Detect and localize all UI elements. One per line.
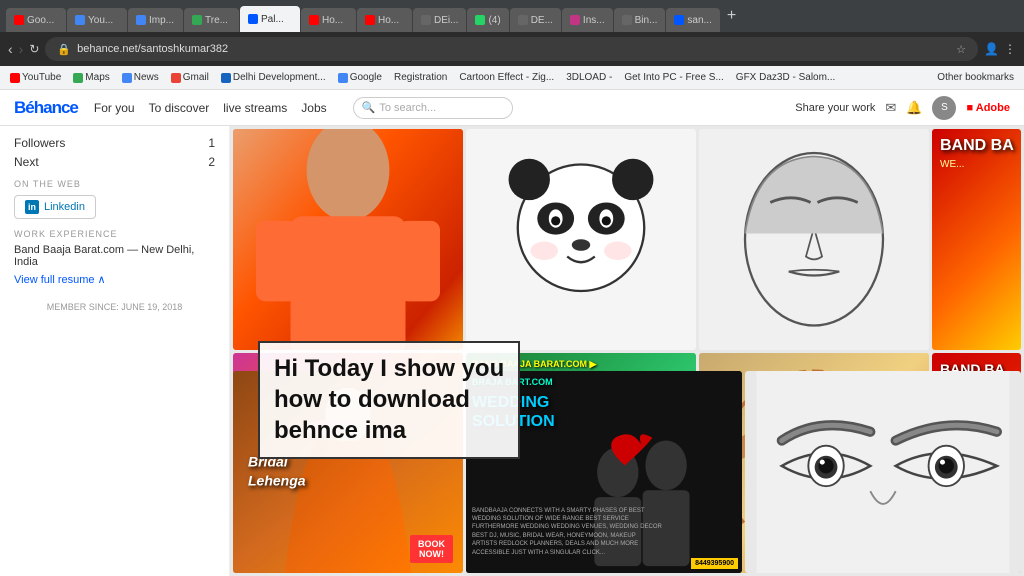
next-label: Next: [14, 155, 39, 169]
bookmark-other[interactable]: Other bookmarks: [933, 71, 1018, 84]
tab[interactable]: san...: [666, 8, 719, 32]
gallery-item-portrait[interactable]: [233, 129, 463, 350]
sidebar-stats: Followers 1 Next 2: [14, 136, 215, 169]
tab-active[interactable]: Pal...: [240, 6, 300, 32]
back-button[interactable]: ‹: [8, 41, 13, 57]
bookmarks-bar: YouTube Maps News Gmail Delhi Developmen…: [0, 66, 1024, 90]
book-now-btn: BOOKNOW!: [410, 535, 453, 563]
bookmark-google[interactable]: Google: [334, 71, 386, 84]
tab[interactable]: Ho...: [301, 8, 356, 32]
search-icon: 🔍: [362, 101, 376, 114]
gallery-item-band-ba[interactable]: BAND BA WE...: [932, 129, 1021, 350]
followers-label: Followers: [14, 136, 65, 150]
url-text: behance.net/santoshkumar382: [77, 43, 950, 55]
gallery-area: BAND BA WE...: [230, 126, 1024, 576]
tab[interactable]: DEi...: [413, 8, 466, 32]
gallery-item-eyebrows[interactable]: [745, 371, 1021, 574]
tab[interactable]: (4): [467, 8, 508, 32]
nav-jobs[interactable]: Jobs: [301, 101, 326, 115]
behance-header: Béhance For you To discover live streams…: [0, 90, 1024, 126]
nav-live-streams[interactable]: live streams: [223, 101, 287, 115]
followers-stat: Followers 1: [14, 136, 215, 150]
on-the-web-section: ON THE WEB in Linkedin: [14, 179, 215, 219]
tab[interactable]: You...: [67, 8, 127, 32]
lock-icon: 🔒: [57, 43, 71, 56]
main-layout: Followers 1 Next 2 ON THE WEB in Linkedi…: [0, 126, 1024, 576]
bookmark-3dload[interactable]: 3DLOAD -: [562, 71, 616, 84]
star-icon[interactable]: ☆: [956, 43, 966, 56]
reload-button[interactable]: ↻: [29, 42, 39, 56]
wedding-phone: 8449395900: [691, 558, 738, 569]
linkedin-icon: in: [25, 200, 39, 214]
header-right: Share your work ✉ 🔔 S ■ Adobe: [795, 96, 1010, 120]
tab[interactable]: Ins...: [562, 8, 613, 32]
overlay-card: Hi Today I show youhow to downloadbehnce…: [258, 341, 520, 459]
on-the-web-title: ON THE WEB: [14, 179, 215, 189]
new-tab-button[interactable]: +: [721, 7, 742, 25]
gallery-item-face[interactable]: [699, 129, 929, 350]
sidebar: Followers 1 Next 2 ON THE WEB in Linkedi…: [0, 126, 230, 576]
bookmark-getinto[interactable]: Get Into PC - Free S...: [620, 71, 727, 84]
bookmark-news[interactable]: News: [118, 71, 163, 84]
bookmark-registration[interactable]: Registration: [390, 71, 451, 84]
linkedin-button[interactable]: in Linkedin: [14, 195, 96, 219]
bookmark-youtube[interactable]: YouTube: [6, 71, 65, 84]
work-exp-text: Band Baaja Barat.com — New Delhi, India: [14, 244, 215, 268]
band-ba-subtitle: WE...: [940, 159, 964, 170]
member-since: MEMBER SINCE: JUNE 19, 2018: [14, 302, 215, 312]
bookmark-maps[interactable]: Maps: [69, 71, 113, 84]
tab[interactable]: DE...: [510, 8, 561, 32]
tab[interactable]: Goo...: [6, 8, 66, 32]
url-bar[interactable]: 🔒 behance.net/santoshkumar382 ☆: [45, 37, 978, 61]
nav-for-you[interactable]: For you: [94, 101, 135, 115]
bell-icon[interactable]: 🔔: [906, 100, 922, 116]
bookmark-delhi[interactable]: Delhi Development...: [217, 71, 330, 84]
tab[interactable]: Tre...: [184, 8, 239, 32]
bookmark-gmail[interactable]: Gmail: [167, 71, 213, 84]
extensions-area: 👤 ⋮: [984, 42, 1016, 56]
tab[interactable]: Ho...: [357, 8, 412, 32]
wedding-small-text: BANDBAAJA CONNECTS WITH A SMARTY PHASES …: [472, 507, 662, 557]
address-bar: ‹ › ↻ 🔒 behance.net/santoshkumar382 ☆ 👤 …: [0, 32, 1024, 66]
overlay-text: Hi Today I show youhow to downloadbehnce…: [274, 353, 504, 447]
gallery-item-panda[interactable]: [466, 129, 696, 350]
adobe-logo[interactable]: ■ Adobe: [966, 102, 1010, 114]
work-experience-section: WORK EXPERIENCE Band Baaja Barat.com — N…: [14, 229, 215, 286]
nav-to-discover[interactable]: To discover: [149, 101, 210, 115]
behance-logo[interactable]: Béhance: [14, 98, 78, 118]
linkedin-label: Linkedin: [44, 201, 85, 213]
settings-icon[interactable]: ⋮: [1004, 42, 1016, 56]
bookmark-cartoon[interactable]: Cartoon Effect - Zig...: [455, 71, 558, 84]
envelope-icon[interactable]: ✉: [885, 100, 896, 116]
user-profile-icon[interactable]: 👤: [984, 42, 999, 56]
share-work-button[interactable]: Share your work: [795, 102, 875, 114]
user-avatar[interactable]: S: [932, 96, 956, 120]
work-exp-title: WORK EXPERIENCE: [14, 229, 215, 239]
next-value: 2: [208, 155, 215, 169]
followers-value: 1: [208, 136, 215, 150]
main-nav: For you To discover live streams Jobs: [94, 101, 327, 115]
search-bar[interactable]: 🔍 To search...: [353, 97, 513, 119]
tab[interactable]: Imp...: [128, 8, 183, 32]
next-stat: Next 2: [14, 155, 215, 169]
search-placeholder-text: To search...: [379, 102, 436, 114]
band-ba-text: BAND BA: [940, 137, 1014, 155]
bookmark-gfx[interactable]: GFX Daz3D - Salom...: [732, 71, 839, 84]
view-resume-link[interactable]: View full resume ∧: [14, 273, 215, 286]
forward-button[interactable]: ›: [19, 41, 24, 57]
tab[interactable]: Bin...: [614, 8, 666, 32]
browser-chrome: Goo... You... Imp... Tre... Pal... Ho...…: [0, 0, 1024, 32]
